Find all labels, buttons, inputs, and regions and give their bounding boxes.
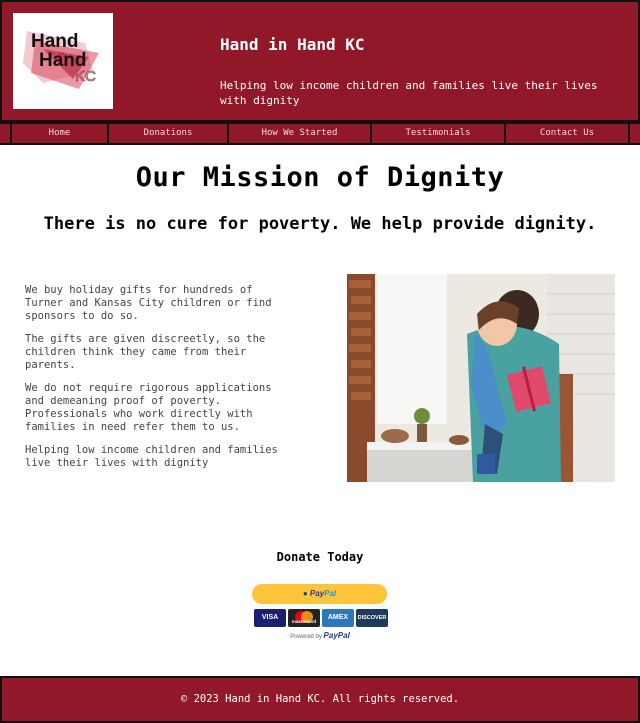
logo-word-kc: KC <box>75 68 96 85</box>
paypal-brand: PayPal <box>323 631 350 640</box>
nav-item-how-we-started[interactable]: How We Started <box>227 124 370 143</box>
mastercard-label: mastercard <box>291 619 317 624</box>
mission-paragraph: We do not require rigorous applications … <box>25 382 272 433</box>
hand-in-hand-logo-icon: Hand in Hand KC <box>23 31 99 89</box>
site-footer: © 2023 Hand in Hand KC. All rights reser… <box>0 676 640 723</box>
paypal-button[interactable]: ● PayPal <box>252 584 387 604</box>
powered-by-label: Powered by <box>290 634 322 640</box>
family-photo <box>347 274 615 482</box>
discover-icon: DISCOVER <box>356 609 388 627</box>
site-tagline: Helping low income children and families… <box>220 79 598 107</box>
mastercard-circles-icon <box>295 611 313 623</box>
paypal-p-icon: ● <box>302 589 310 598</box>
mastercard-icon: mastercard <box>288 609 320 627</box>
nav-item-donations[interactable]: Donations <box>107 124 227 143</box>
paypal-label-pal: Pal <box>324 589 337 598</box>
donate-title: Donate Today <box>276 550 364 564</box>
powered-by-paypal: Powered by PayPal <box>0 631 640 640</box>
site-title: Hand in Hand KC <box>220 35 365 54</box>
page-subheadline: There is no cure for poverty. We help pr… <box>43 214 597 234</box>
site-logo[interactable]: Hand in Hand KC <box>13 13 113 109</box>
nav-item-home[interactable]: Home <box>10 124 107 143</box>
site-header: Hand in Hand KC Hand in Hand KC Helping … <box>0 0 640 122</box>
mission-paragraph: The gifts are given discreetly, so the c… <box>25 333 266 371</box>
footer-copyright: © 2023 Hand in Hand KC. All rights reser… <box>180 693 460 705</box>
amex-icon: AMEX <box>322 609 354 627</box>
main-nav: Home Donations How We Started Testimonia… <box>0 122 640 145</box>
mission-paragraph: We buy holiday gifts for hundreds of Tur… <box>25 284 272 322</box>
family-gift-photo-icon <box>347 274 615 482</box>
nav-item-contact-us[interactable]: Contact Us <box>504 124 628 143</box>
mission-copy: We buy holiday gifts for hundreds of Tur… <box>25 284 295 480</box>
page-headline: Our Mission of Dignity <box>135 162 505 193</box>
logo-word-hand-1: Hand <box>31 31 79 52</box>
nav-item-testimonials[interactable]: Testimonials <box>370 124 504 143</box>
visa-icon: VISA <box>254 609 286 627</box>
nav-divider <box>628 124 630 143</box>
paypal-label-pay: Pay <box>309 589 325 598</box>
mission-paragraph: Helping low income children and families… <box>25 444 278 469</box>
